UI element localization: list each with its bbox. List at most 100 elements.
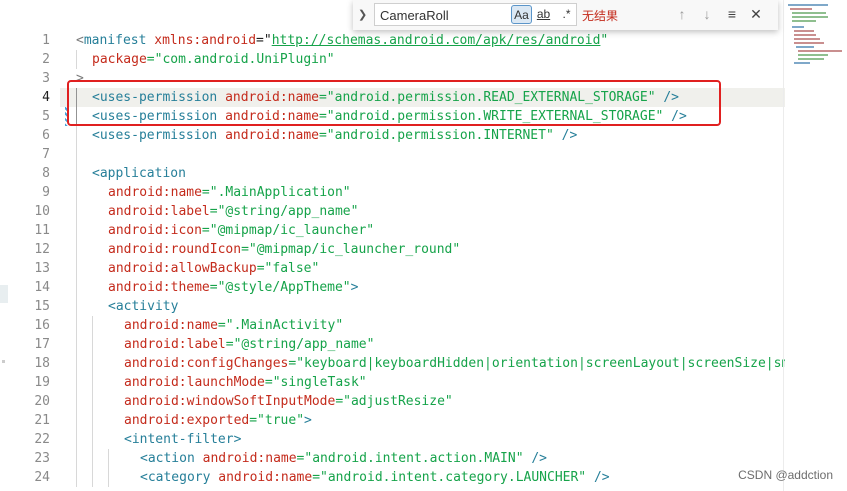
code-line: android:roundIcon="@mipmap/ic_launcher_r… <box>60 240 785 259</box>
code-line: android:launchMode="singleTask" <box>60 373 785 392</box>
tag-close: > <box>233 432 242 447</box>
attribute-name: android:launchMode <box>124 375 265 390</box>
attribute-name: android:configChanges <box>124 356 289 371</box>
equals: =" <box>256 33 272 48</box>
code-line-empty <box>60 145 785 164</box>
whole-word-toggle[interactable]: ab <box>533 5 554 24</box>
code-editor[interactable]: <manifest xmlns:android="http://schemas.… <box>60 0 785 491</box>
code-line: android:exported="true"> <box>60 411 785 430</box>
tag-name: <intent-filter <box>124 432 234 447</box>
code-line: <category android:name="android.intent.c… <box>60 468 785 487</box>
find-result-text: 无结果 <box>582 9 619 23</box>
tag-name: <action <box>140 451 195 466</box>
minimap-line <box>798 54 828 56</box>
line-number: 4 <box>42 90 50 105</box>
attribute-name: android:allowBackup <box>108 261 257 276</box>
attribute-name: android:name <box>124 318 218 333</box>
minimap-line <box>794 38 820 40</box>
code-line: android:configChanges="keyboard|keyboard… <box>60 354 785 373</box>
code-line: <uses-permission android:name="android.p… <box>60 126 785 145</box>
attribute-value: ="singleTask" <box>264 375 367 390</box>
line-number: 6 <box>42 128 50 143</box>
line-number: 20 <box>34 394 50 409</box>
code-line: android:allowBackup="false" <box>60 259 785 278</box>
code-line: <activity <box>60 297 785 316</box>
line-number: 10 <box>34 204 50 219</box>
attribute-value: ="keyboard|keyboardHidden|orientation|sc… <box>288 356 785 371</box>
attribute-name: android:name <box>218 470 313 485</box>
minimap-line <box>792 26 804 28</box>
tag-close: /> <box>586 470 610 485</box>
arrow-down-icon[interactable]: ↓ <box>697 5 717 24</box>
minimap-line <box>796 46 814 48</box>
line-number: 7 <box>42 147 50 162</box>
chevron-right-icon[interactable]: ❯ <box>358 8 367 21</box>
minimap-line <box>792 20 816 22</box>
attribute-value: =".MainApplication" <box>201 185 351 200</box>
tag-name: <application <box>92 166 186 181</box>
line-number: 5 <box>42 109 50 124</box>
line-number: 15 <box>34 299 50 314</box>
attribute-name: package <box>92 52 147 67</box>
line-number: 11 <box>34 223 50 238</box>
tag-close: /> <box>553 128 578 143</box>
code-line: <intent-filter> <box>60 430 785 449</box>
attribute-value: ="@string/app_name" <box>209 204 359 219</box>
minimap-line <box>794 42 824 44</box>
find-query-text: CameraRoll <box>380 8 449 23</box>
lines-icon[interactable]: ≡ <box>722 5 742 24</box>
code-line: <action android:name="android.intent.act… <box>60 449 785 468</box>
line-number: 12 <box>34 242 50 257</box>
minimap-line <box>790 8 812 10</box>
tag-name: <activity <box>108 299 179 314</box>
line-number: 18 <box>34 356 50 371</box>
line-number: 19 <box>34 375 50 390</box>
close-icon[interactable]: ✕ <box>746 5 766 24</box>
attribute-name: xmlns:android <box>154 33 257 48</box>
code-line: android:icon="@mipmap/ic_launcher" <box>60 221 785 240</box>
line-number: 13 <box>34 261 50 276</box>
code-line: <application <box>60 164 785 183</box>
attribute-name: android:name <box>108 185 202 200</box>
line-number: 9 <box>42 185 50 200</box>
attribute-name: android:theme <box>108 280 210 295</box>
line-number: 1 <box>42 33 50 48</box>
attribute-name: android:label <box>124 337 226 352</box>
tag-bracket: < <box>76 33 84 48</box>
code-line: android:name=".MainActivity" <box>60 316 785 335</box>
code-line: android:label="@string/app_name" <box>60 202 785 221</box>
arrow-up-icon[interactable]: ↑ <box>672 5 692 24</box>
attribute-name: android:exported <box>124 413 250 428</box>
tag-name: <uses-permission <box>92 128 218 143</box>
quote: " <box>600 33 609 48</box>
line-number: 8 <box>42 166 50 181</box>
code-line: android:label="@string/app_name" <box>60 335 785 354</box>
attribute-value: ="android.permission.INTERNET" <box>318 128 554 143</box>
minimap-line <box>792 12 826 14</box>
line-number: 22 <box>34 432 50 447</box>
minimap-line <box>792 16 828 18</box>
attribute-value: ="true" <box>249 413 305 428</box>
namespace-link[interactable]: http://schemas.android.com/apk/res/andro… <box>272 33 601 48</box>
line-number: 14 <box>34 280 50 295</box>
minimap-line <box>788 4 828 6</box>
tag-close: /> <box>523 451 548 466</box>
activity-strip <box>0 0 10 491</box>
line-number: 24 <box>34 470 50 485</box>
attribute-value: ="com.android.UniPlugin" <box>146 52 335 67</box>
minimap-line <box>798 58 824 60</box>
code-line: android:name=".MainApplication" <box>60 183 785 202</box>
attribute-name: android:icon <box>108 223 202 238</box>
fold-marker <box>0 285 8 303</box>
attribute-value: ="@mipmap/ic_launcher" <box>201 223 375 238</box>
dot-marker <box>2 360 5 363</box>
code-line: android:windowSoftInputMode="adjustResiz… <box>60 392 785 411</box>
annotation-highlight-box <box>67 80 721 126</box>
tag-close: > <box>304 413 312 428</box>
regex-toggle[interactable]: .* <box>556 5 577 24</box>
match-case-toggle[interactable]: Aa <box>511 5 532 24</box>
minimap[interactable] <box>784 0 847 80</box>
attribute-name: android:roundIcon <box>108 242 242 257</box>
code-line: package="com.android.UniPlugin" <box>60 50 785 69</box>
attribute-value: ="android.intent.category.LAUNCHER" <box>312 470 587 485</box>
